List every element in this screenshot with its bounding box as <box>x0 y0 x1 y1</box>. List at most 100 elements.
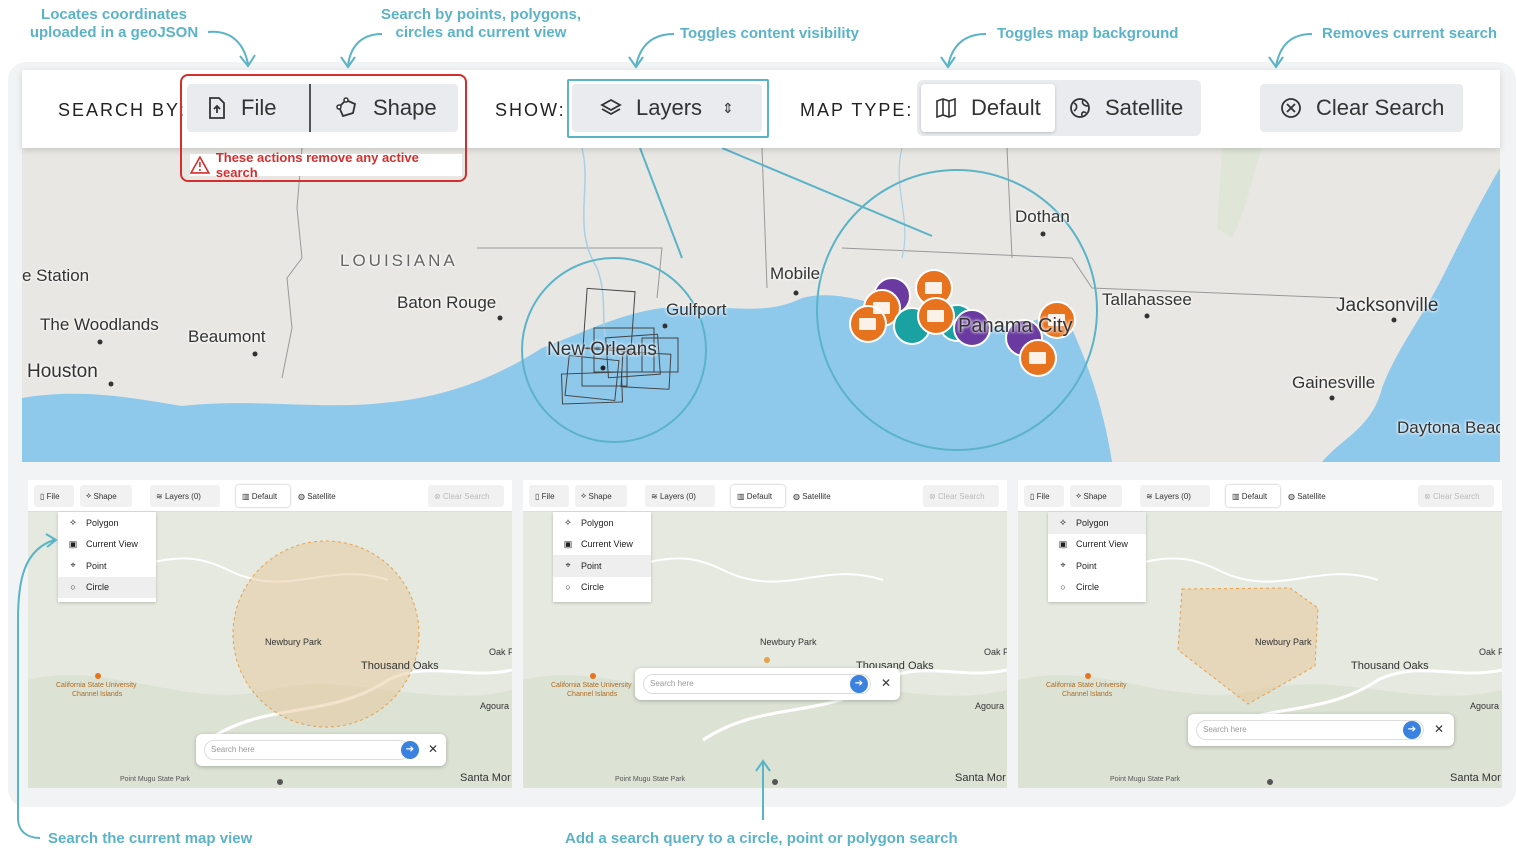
panel-1-thousand: Thousand Oaks <box>361 660 439 672</box>
panel-1-layers-button[interactable]: ≋ Layers (0) <box>150 485 220 507</box>
current-view-icon: ▣ <box>1058 538 1068 549</box>
circle-icon: ○ <box>1060 582 1066 593</box>
warning-text-row: These actions remove any active search <box>190 150 462 180</box>
pin-icon: ⌖ <box>565 560 571 571</box>
dropdown-polygon[interactable]: ⟡ Polygon <box>553 512 651 534</box>
search-by-label: SEARCH BY: <box>58 100 187 120</box>
annotation-search-query: Add a search query to a circle, point or… <box>565 830 958 847</box>
panel-3-shape-label: Shape <box>1083 491 1107 501</box>
map-label-gulfport: Gulfport <box>666 300 727 319</box>
panel-2-clear-button[interactable]: ⊗ Clear Search <box>923 485 999 507</box>
panel-1-search-box: Search here ➔ ✕ <box>196 734 446 766</box>
dropdown-point-label: Point <box>581 560 602 571</box>
dropdown-circle-label: Circle <box>1076 582 1100 593</box>
dropdown-point[interactable]: ⌖ Point <box>553 555 651 577</box>
panel-1-clear-button[interactable]: ⊗ Clear Search <box>428 485 504 507</box>
map-label-houston: Houston <box>27 361 98 382</box>
close-icon[interactable]: ✕ <box>428 742 438 756</box>
panel-3-file-label: File <box>1036 491 1050 501</box>
panel-1-shape-button[interactable]: ⟡ Shape <box>80 485 132 507</box>
circle-icon: ○ <box>565 582 571 593</box>
dropdown-circle[interactable]: ○ Circle <box>1048 577 1146 599</box>
panel-3-satellite-button[interactable]: ◍ Satellite <box>1282 485 1336 507</box>
map-label-panama-city: Panama City <box>958 315 1073 337</box>
arrow-right-icon[interactable]: ➔ <box>401 741 419 759</box>
panel-polygon-search: ▯ File ⟡ Shape ≋ Layers (0) ▥ Default ◍ … <box>1018 480 1502 788</box>
map-label-woodlands: The Woodlands <box>40 315 159 334</box>
panel-1-newbury: Newbury Park <box>265 637 322 647</box>
panel-1-search-input[interactable]: Search here <box>204 740 410 760</box>
panel-3-layers-button[interactable]: ≋ Layers (0) <box>1140 485 1210 507</box>
panel-2-default-button[interactable]: ▥ Default <box>731 485 785 507</box>
dropdown-circle-label: Circle <box>581 582 605 593</box>
show-label: SHOW: <box>495 100 566 120</box>
panel-2-layers-button[interactable]: ≋ Layers (0) <box>645 485 715 507</box>
satellite-map-button[interactable]: Satellite <box>1059 84 1197 132</box>
close-icon[interactable]: ✕ <box>881 676 891 690</box>
dropdown-current-view[interactable]: ▣ Current View <box>553 534 651 556</box>
panel-3-file-button[interactable]: ▯ File <box>1024 485 1064 507</box>
dropdown-current-view-label: Current View <box>1076 539 1128 550</box>
map-type-label: MAP TYPE: <box>800 100 914 120</box>
panel-1-file-button[interactable]: ▯ File <box>34 485 74 507</box>
map-label-new-orleans: New Orleans <box>547 339 657 360</box>
dropdown-current-view[interactable]: ▣ Current View <box>1048 534 1146 556</box>
dropdown-polygon[interactable]: ⟡ Polygon <box>58 512 156 534</box>
panel-1-oak: Oak P <box>489 647 512 657</box>
arrow-right-icon[interactable]: ➔ <box>1403 721 1421 739</box>
panel-2-shape-button[interactable]: ⟡ Shape <box>575 485 627 507</box>
dropdown-circle[interactable]: ○ Circle <box>58 576 156 598</box>
dropdown-circle[interactable]: ○ Circle <box>553 577 651 599</box>
default-map-button[interactable]: Default <box>921 84 1055 132</box>
dropdown-point[interactable]: ⌖ Point <box>58 555 156 577</box>
panel-3-mugu: Point Mugu State Park <box>1110 776 1181 783</box>
current-view-icon: ▣ <box>68 538 78 549</box>
map-label-tallahassee: Tallahassee <box>1102 290 1192 309</box>
arrow-right-icon[interactable]: ➔ <box>850 675 868 693</box>
panel-3-shape-dropdown: ⟡ Polygon ▣ Current View ⌖ Point ○ Circle <box>1048 512 1146 602</box>
panel-2-satellite-label: Satellite <box>802 491 831 501</box>
polygon-icon: ⟡ <box>565 517 571 528</box>
panel-2-shape-dropdown: ⟡ Polygon ▣ Current View ⌖ Point ○ Circle <box>553 512 651 602</box>
panel-2-search-input[interactable]: Search here <box>643 674 871 694</box>
circle-icon: ○ <box>70 582 76 593</box>
panel-3-shape-button[interactable]: ⟡ Shape <box>1070 485 1122 507</box>
dropdown-circle-label: Circle <box>86 582 110 593</box>
panel-3-toolbar: ▯ File ⟡ Shape ≋ Layers (0) ▥ Default ◍ … <box>1018 480 1502 512</box>
panel-3-search-box: Search here ➔ ✕ <box>1188 714 1454 746</box>
dropdown-current-view[interactable]: ▣ Current View <box>58 534 156 556</box>
panel-1-satellite-button[interactable]: ◍ Satellite <box>292 485 346 507</box>
dropdown-polygon[interactable]: ⟡ Polygon <box>1048 512 1146 534</box>
panel-3-newbury: Newbury Park <box>1255 637 1312 647</box>
map-label-jacksonville: Jacksonville <box>1336 295 1439 316</box>
panel-3-default-button[interactable]: ▥ Default <box>1226 485 1280 507</box>
dropdown-current-view-label: Current View <box>86 539 138 550</box>
map-label-dothan: Dothan <box>1015 207 1070 226</box>
dropdown-polygon-label: Polygon <box>86 517 119 528</box>
dropdown-point[interactable]: ⌖ Point <box>1048 555 1146 577</box>
close-circle-icon <box>1281 98 1301 118</box>
clear-search-button[interactable]: Clear Search <box>1260 84 1463 132</box>
panel-1-mugu: Point Mugu State Park <box>120 776 191 783</box>
panel-1-default-button[interactable]: ▥ Default <box>236 485 290 507</box>
panel-2-satellite-button[interactable]: ◍ Satellite <box>787 485 841 507</box>
main-map[interactable]: e Station The Woodlands Houston Beaumont… <box>22 148 1500 462</box>
current-view-icon: ▣ <box>563 538 573 549</box>
annotation-current-view: Search the current map view <box>48 830 253 847</box>
satellite-map-label: Satellite <box>1105 95 1184 120</box>
close-icon[interactable]: ✕ <box>1434 722 1444 736</box>
warning-icon <box>190 156 210 174</box>
pin-icon: ⌖ <box>70 560 76 571</box>
clear-search-label: Clear Search <box>1316 95 1445 120</box>
panel-3-agoura: Agoura I <box>1470 701 1502 711</box>
panel-3-clear-button[interactable]: ⊗ Clear Search <box>1418 485 1494 507</box>
panel-2-file-button[interactable]: ▯ File <box>529 485 569 507</box>
annotation-geojson: Locates coordinates uploaded in a geoJSO… <box>29 6 199 41</box>
panel-2-santa: Santa Mor <box>955 772 1006 784</box>
map-label-baton-rouge: Baton Rouge <box>397 293 497 312</box>
panel-3-search-input[interactable]: Search here <box>1196 720 1424 740</box>
panel-2-layers-label: Layers (0) <box>659 491 696 501</box>
polygon-icon: ⟡ <box>70 517 76 528</box>
map-label-louisiana: LOUISIANA <box>340 251 458 270</box>
layers-highlight <box>567 79 769 138</box>
